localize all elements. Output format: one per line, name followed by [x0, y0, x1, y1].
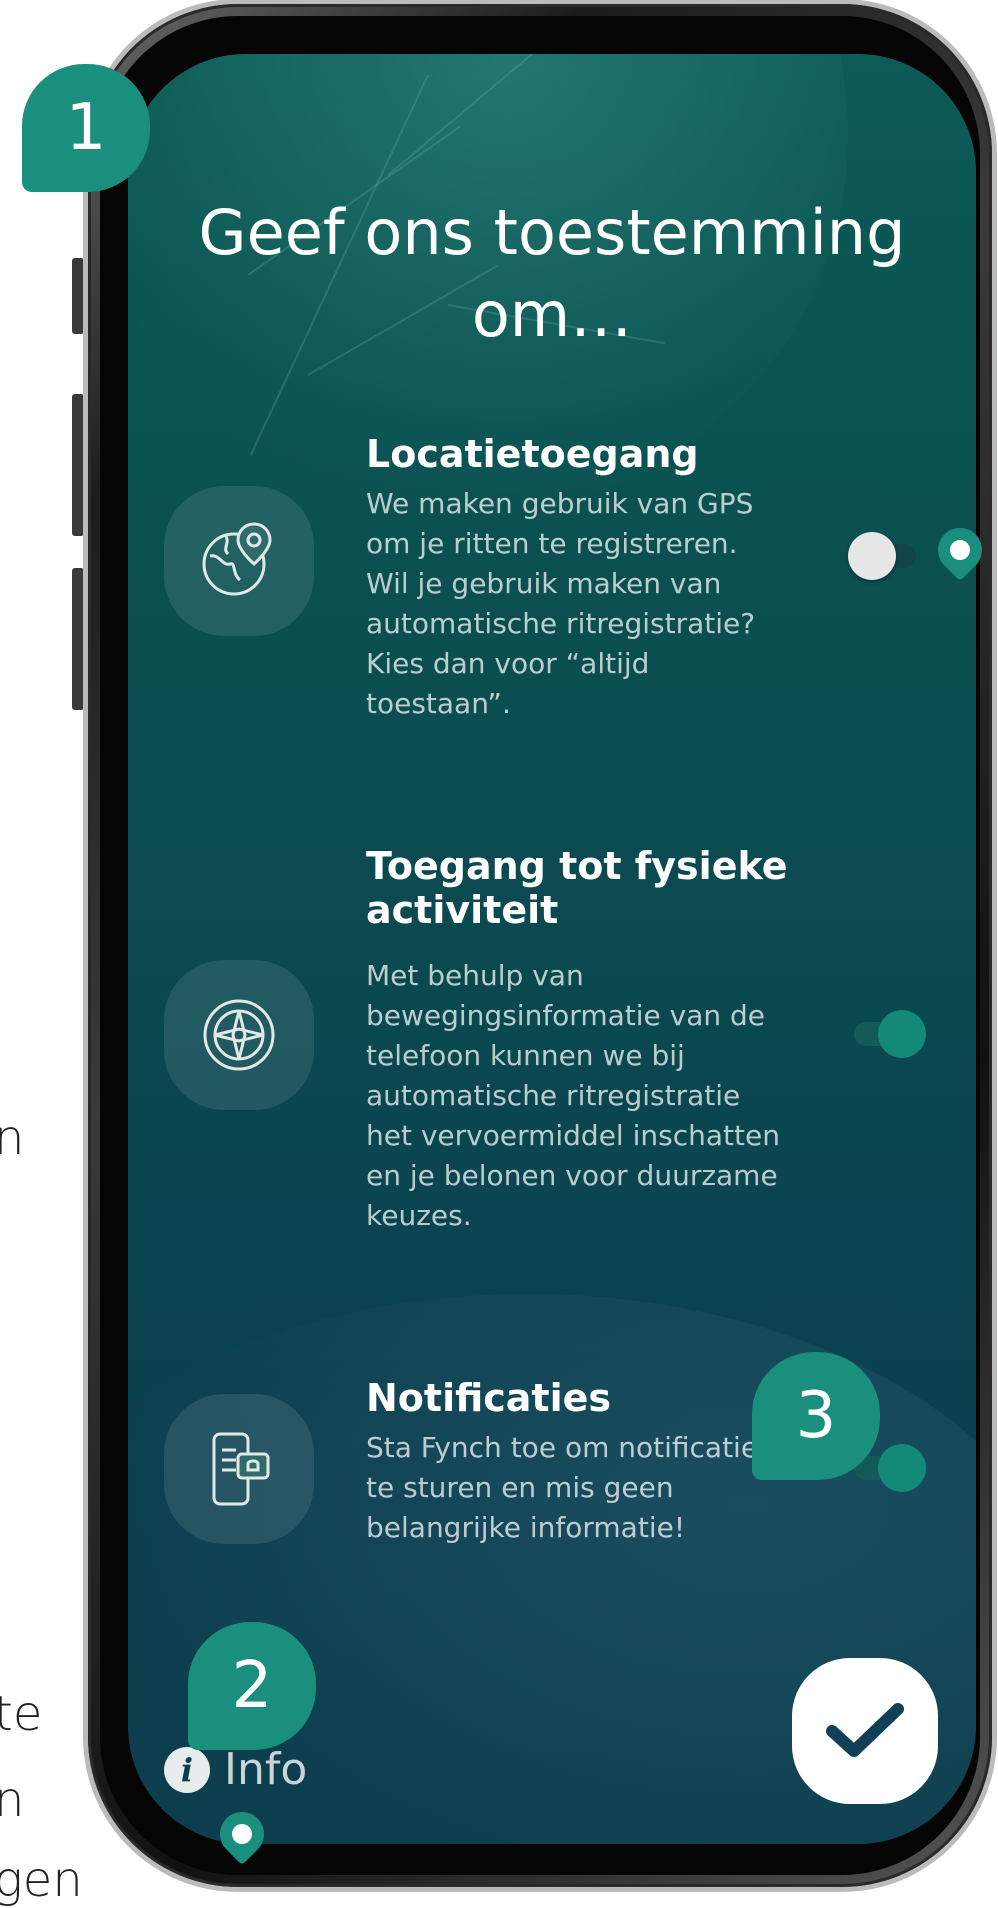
- annotation-badge-2: 2: [188, 1622, 316, 1750]
- phone-mute-switch: [72, 258, 84, 334]
- edge-text-fragment: gen: [0, 1852, 83, 1908]
- info-icon: i: [164, 1746, 210, 1793]
- page-title: Geef ons toestemming om…: [198, 196, 906, 351]
- info-button[interactable]: i Info: [164, 1744, 307, 1795]
- phone-notification-icon: [164, 1394, 314, 1544]
- edge-text-fragment: n: [0, 1110, 25, 1166]
- permission-description: We maken gebruik van GPS om je ritten te…: [366, 487, 756, 720]
- activity-permission-toggle[interactable]: [854, 1010, 926, 1058]
- permission-description: Met behulp van bewegingsinformatie van d…: [366, 959, 780, 1232]
- globe-location-pin-icon: [164, 486, 314, 636]
- phone-volume-down-button: [72, 568, 84, 710]
- compass-icon: [164, 960, 314, 1110]
- annotation-badge-3: 3: [752, 1352, 880, 1480]
- phone-volume-up-button: [72, 394, 84, 536]
- checkmark-icon: [826, 1703, 904, 1757]
- permission-title: Locatietoegang: [366, 432, 699, 476]
- permission-title: Toegang tot fysieke activiteit: [366, 844, 788, 932]
- app-screen: Geef ons toestemming om… Locatietoegang …: [128, 54, 976, 1844]
- edge-text-fragment: te: [0, 1686, 43, 1742]
- confirm-button[interactable]: [792, 1658, 938, 1804]
- location-permission-toggle[interactable]: [848, 532, 916, 580]
- info-label: Info: [224, 1744, 308, 1795]
- edge-text-fragment: n: [0, 1772, 25, 1828]
- annotation-badge-1: 1: [22, 64, 150, 192]
- permission-description: Sta Fynch toe om notificaties te sturen …: [366, 1431, 773, 1544]
